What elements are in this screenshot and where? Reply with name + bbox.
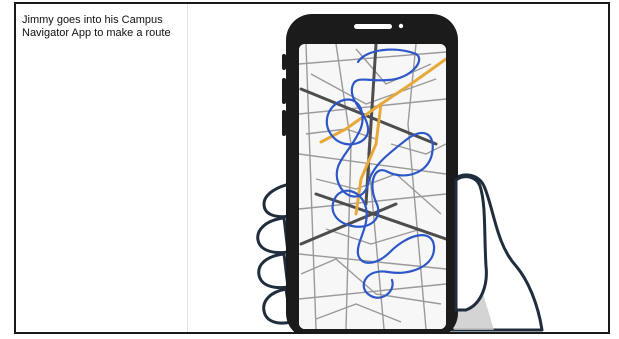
map-view [299,44,446,329]
comic-panel: Jimmy goes into his Campus Navigator App… [14,2,610,334]
speaker-slot-icon [354,24,392,29]
hand-thumb [454,175,488,312]
phone-in-hand-illustration [256,14,544,332]
camera-dot-icon [398,23,404,29]
